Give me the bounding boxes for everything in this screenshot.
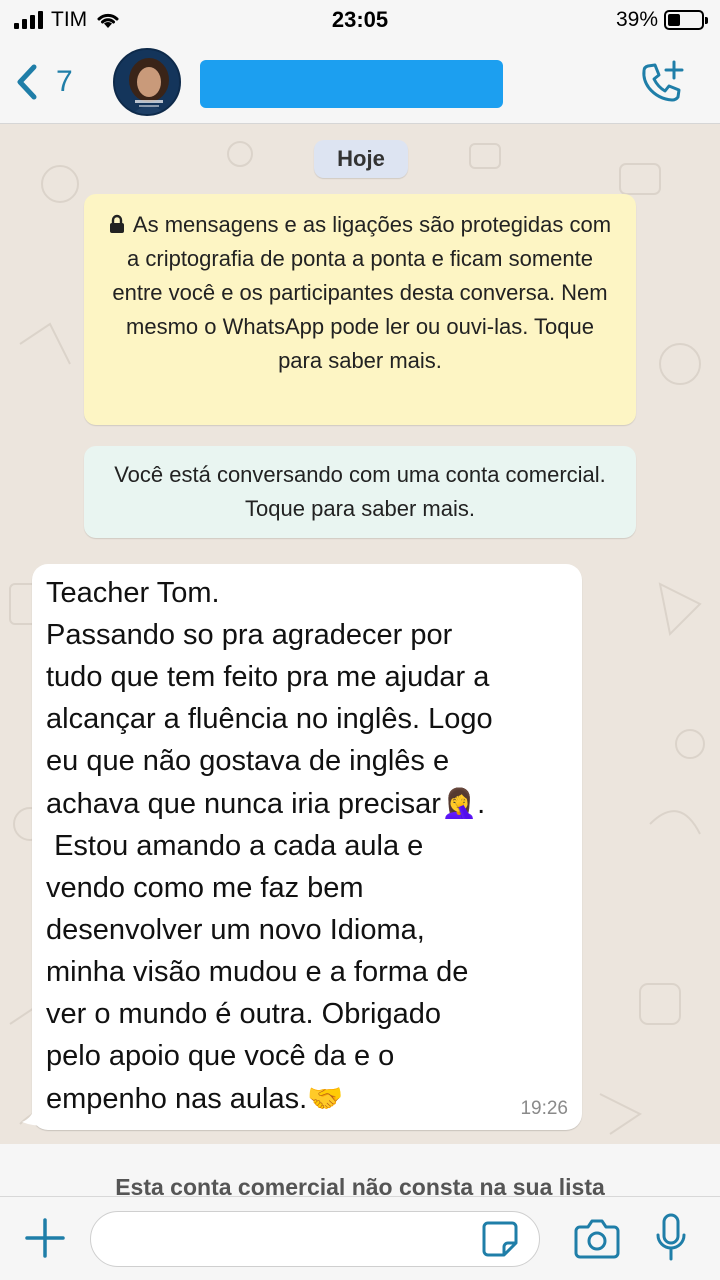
encryption-notice[interactable]: As mensagens e as ligações são protegida… (84, 194, 636, 425)
chat-area[interactable]: Hoje As mensagens e as ligações são prot… (0, 124, 720, 1144)
message-line-end: . (477, 788, 486, 820)
battery-percent: 39% (615, 8, 658, 31)
facepalm-emoji-icon: 🤦‍♀️ (440, 786, 478, 820)
message-line: empenho nas aulas. (46, 1083, 308, 1115)
message-line: eu que não gostava de inglês e (46, 745, 450, 777)
business-contact-banner[interactable]: Esta conta comercial não consta na sua l… (0, 1144, 720, 1196)
plus-icon[interactable] (24, 1217, 66, 1259)
carrier-name: TIM (51, 8, 88, 31)
message-line: Teacher Tom. (46, 577, 220, 609)
battery-fill (668, 14, 681, 26)
sticker-icon[interactable] (480, 1219, 520, 1259)
message-line: pelo apoio que você da e o (46, 1040, 395, 1072)
message-timestamp: 19:26 (520, 1098, 568, 1119)
message-input-bar (0, 1196, 720, 1280)
message-line: minha visão mudou e a forma de (46, 956, 469, 988)
lock-icon (109, 214, 124, 233)
message-input[interactable] (90, 1211, 540, 1267)
message-line: ver o mundo é outra. Obrigado (46, 998, 441, 1030)
unread-count: 7 (56, 64, 73, 98)
status-left: TIM (14, 8, 214, 32)
message-line: Estou amando a cada aula e (46, 830, 424, 862)
message-line: achava que nunca iria precisar (46, 788, 441, 820)
message-line: tudo que tem feito pra me ajudar a (46, 661, 490, 693)
contact-avatar[interactable] (112, 47, 181, 116)
message-bubble[interactable]: Teacher Tom. Passando so pra agradecer p… (32, 564, 582, 1130)
signal-strength-icon (14, 11, 43, 29)
date-separator: Hoje (314, 140, 408, 178)
wifi-icon (97, 13, 119, 28)
chat-header: 7 (0, 40, 720, 124)
encryption-notice-text: As mensagens e as ligações são protegida… (112, 212, 612, 373)
message-line: Passando so pra agradecer por (46, 619, 453, 651)
back-button[interactable]: 7 (12, 62, 73, 102)
business-account-notice[interactable]: Você está conversando com uma conta come… (84, 446, 636, 538)
chevron-left-icon (17, 64, 37, 99)
status-bar: TIM 23:05 39% (0, 0, 720, 40)
message-text: Teacher Tom. Passando so pra agradecer p… (46, 572, 568, 1120)
business-contact-text: Esta conta comercial não consta na sua l… (115, 1174, 605, 1196)
camera-icon[interactable] (574, 1217, 620, 1259)
microphone-icon[interactable] (654, 1213, 688, 1263)
contact-name-redacted[interactable] (200, 60, 503, 108)
handshake-emoji-icon: 🤝 (307, 1081, 344, 1115)
message-line: vendo como me faz bem (46, 872, 364, 904)
message-line: desenvolver um novo Idioma, (46, 914, 425, 946)
message-bubble-tail (22, 1108, 46, 1126)
add-call-icon[interactable] (638, 58, 686, 106)
avatar-photo (114, 49, 179, 114)
message-line: alcançar a fluência no inglês. Logo (46, 703, 493, 735)
battery-icon (664, 10, 708, 30)
status-right: 39% (615, 8, 708, 32)
